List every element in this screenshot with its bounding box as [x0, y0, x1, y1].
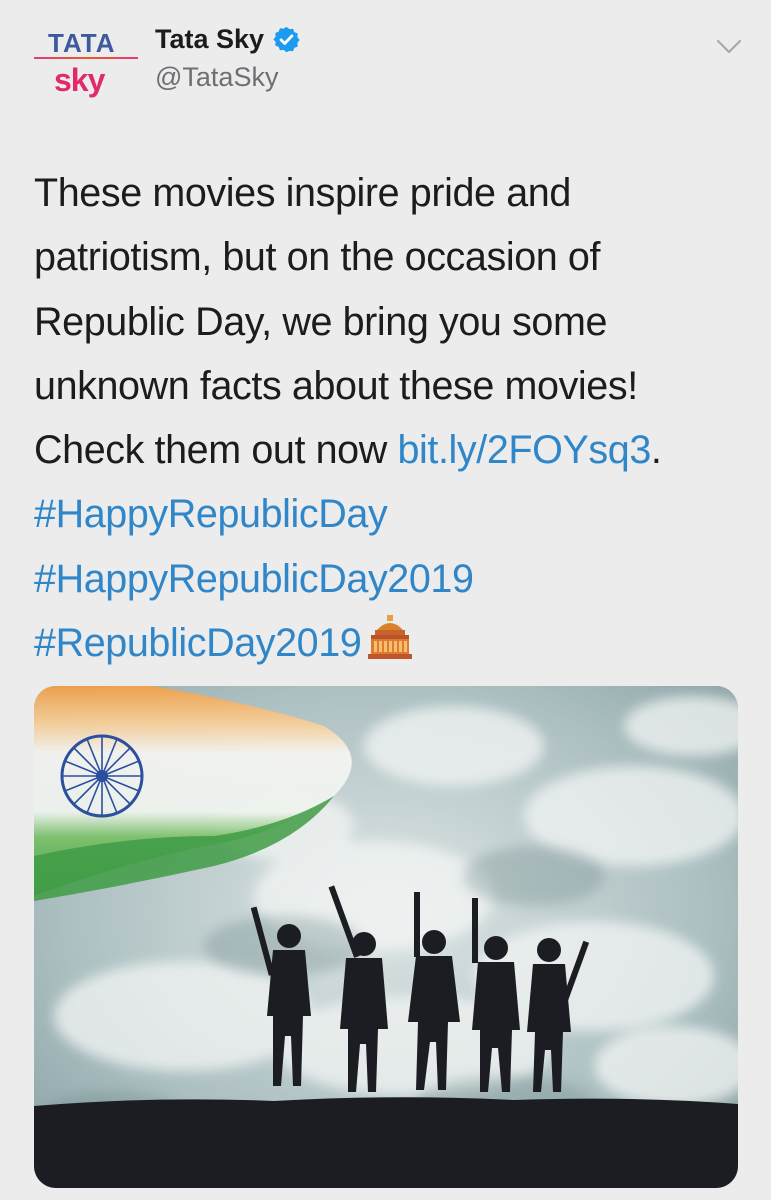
republic-day-image — [34, 686, 738, 1188]
verified-badge-icon — [273, 26, 300, 53]
tweet-line: Republic Day, we bring you some — [34, 299, 608, 344]
tweet-line: patriotism, but on the occasion of — [34, 235, 601, 280]
tweet-link[interactable]: bit.ly/2FOYsq3 — [397, 428, 651, 472]
hashtag-link[interactable]: #RepublicDay2019 — [34, 621, 362, 665]
hashtag-link[interactable]: #HappyRepublicDay — [34, 482, 744, 546]
link-suffix: . — [650, 428, 662, 473]
tweet-line: unknown facts about these movies! — [34, 363, 638, 408]
chevron-down-icon[interactable] — [716, 38, 742, 56]
tweet-header: TATA sky Tata Sky @TataSky — [0, 0, 771, 120]
tweet-media-image[interactable] — [34, 686, 738, 1188]
tweet-line: These movies inspire pride and — [34, 171, 571, 215]
hashtag-link[interactable]: #HappyRepublicDay2019 — [34, 547, 744, 611]
tweet-body: These movies inspire pride and patriotis… — [34, 161, 744, 675]
logo-tata-text: TATA — [48, 28, 116, 58]
user-handle[interactable]: @TataSky — [155, 62, 278, 93]
ashoka-chakra-icon — [60, 734, 144, 818]
hashtag-line: #RepublicDay2019 — [34, 611, 744, 675]
logo-divider — [34, 57, 138, 59]
display-name[interactable]: Tata Sky — [155, 24, 301, 55]
display-name-text: Tata Sky — [155, 24, 265, 54]
check-text: Check them out now — [34, 428, 398, 473]
tweet-line-link: Check them out now bit.ly/2FOYsq3. — [34, 418, 744, 482]
tata-sky-logo[interactable]: TATA sky — [34, 24, 138, 108]
logo-sky-text: sky — [54, 62, 105, 98]
classical-building-icon — [368, 615, 413, 660]
